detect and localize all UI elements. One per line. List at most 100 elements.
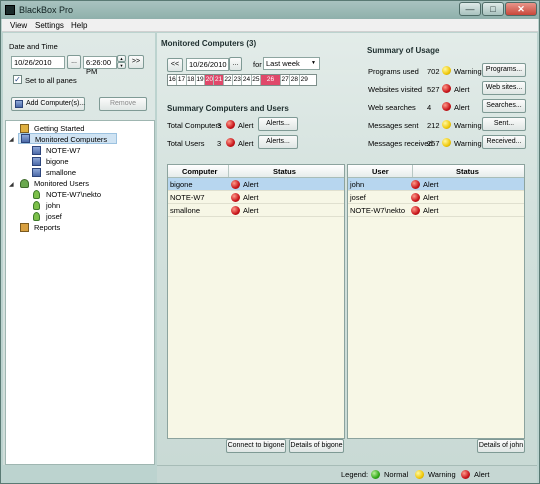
alert-icon	[442, 102, 451, 111]
computers-alerts-button[interactable]: Alerts...	[258, 117, 298, 131]
calendar-day[interactable]: 25	[252, 75, 261, 85]
calendar-day-selected[interactable]: 26	[260, 75, 281, 85]
time-spin-down-button[interactable]: ▼	[117, 62, 126, 69]
users-alerts-button[interactable]: Alerts...	[258, 135, 298, 149]
left-panel: Date and Time 10/26/2010 ... 6:26:00 PM …	[3, 33, 155, 465]
tree-item-monitored-computers[interactable]: Monitored Computers	[18, 133, 117, 144]
calendar-day[interactable]: 23	[233, 75, 243, 85]
calendar-day[interactable]: 20	[205, 75, 215, 85]
calendar-day[interactable]: 24	[242, 75, 252, 85]
messages-received-status: Warning	[454, 139, 482, 148]
messages-received-value: 257	[427, 139, 440, 148]
table-row[interactable]: john Alert	[348, 178, 524, 191]
tree-label: josef	[46, 212, 62, 221]
date-input[interactable]: 10/26/2010	[11, 56, 65, 69]
user-icon	[33, 212, 40, 221]
alert-icon	[442, 84, 451, 93]
remove-button[interactable]: Remove	[99, 97, 147, 111]
received-button[interactable]: Received...	[482, 135, 526, 149]
minimize-button[interactable]: —	[459, 2, 481, 16]
collapse-icon[interactable]: ◢	[9, 181, 14, 188]
column-header-user[interactable]: User	[372, 167, 389, 176]
programs-used-label: Programs used	[368, 67, 419, 76]
sent-button[interactable]: Sent...	[482, 117, 526, 131]
summary-usage-title: Summary of Usage	[367, 46, 440, 55]
calendar-day[interactable]: 21	[214, 75, 224, 85]
menu-view[interactable]: View	[10, 21, 27, 30]
for-label: for	[253, 60, 262, 69]
computers-grid: Computer Status bigone Alert NOTE-W7 Ale…	[167, 164, 345, 439]
tree-item-reports[interactable]: Reports	[20, 222, 60, 233]
add-computers-button[interactable]: Add Computer(s)...	[11, 97, 85, 111]
messages-sent-value: 212	[427, 121, 440, 130]
computer-icon	[32, 157, 41, 166]
tree-label: NOTE-W7	[46, 146, 81, 155]
calendar-day[interactable]: 19	[196, 75, 206, 85]
column-separator[interactable]	[228, 165, 229, 177]
column-separator[interactable]	[412, 165, 413, 177]
calendar-day[interactable]: 27	[281, 75, 291, 85]
table-row[interactable]: NOTE-W7\nekto Alert	[348, 204, 524, 217]
column-header-status[interactable]: Status	[273, 167, 296, 176]
calendar-day[interactable]: 22	[224, 75, 234, 85]
user-cell: josef	[350, 193, 366, 202]
calendar-day[interactable]: 18	[187, 75, 196, 85]
tree-label: Reports	[34, 223, 61, 232]
details-computer-button[interactable]: Details of bigone	[289, 439, 344, 453]
tree-item-user[interactable]: NOTE-W7\nekto	[32, 189, 101, 200]
tree-item-computer[interactable]: smallone	[32, 167, 76, 178]
user-icon	[33, 190, 40, 199]
connect-button[interactable]: Connect to bigone	[226, 439, 286, 453]
total-users-label: Total Users	[167, 139, 205, 148]
table-row[interactable]: NOTE-W7 Alert	[168, 191, 344, 204]
status-cell: Alert	[243, 206, 259, 215]
tree-label: smallone	[46, 168, 77, 177]
main-panel: Monitored Computers (3) << 10/26/2010 ..…	[157, 33, 537, 465]
computer-icon	[32, 146, 41, 155]
searches-button[interactable]: Searches...	[482, 99, 526, 113]
calendar-day[interactable]: 28	[290, 75, 300, 85]
status-bar: Legend: Normal Warning Alert	[157, 465, 537, 483]
table-row[interactable]: smallone Alert	[168, 204, 344, 217]
tree-item-user[interactable]: josef	[32, 211, 62, 222]
websites-button[interactable]: Web sites...	[482, 81, 526, 95]
time-input[interactable]: 6:26:00 PM	[83, 56, 117, 76]
column-header-computer[interactable]: Computer	[182, 167, 217, 176]
calendar-day[interactable]: 29	[300, 75, 309, 85]
back-button[interactable]: <<	[167, 58, 183, 72]
week-calendar[interactable]: 16 17 18 19 20 21 22 23 24 25 26 27 28 2…	[167, 74, 317, 86]
column-header-status[interactable]: Status	[456, 167, 479, 176]
menu-help[interactable]: Help	[71, 21, 87, 30]
tree-item-computer[interactable]: bigone	[32, 156, 69, 167]
web-searches-label: Web searches	[368, 103, 416, 112]
calendar-day[interactable]: 17	[177, 75, 187, 85]
collapse-icon[interactable]: ◢	[9, 136, 14, 143]
warning-icon	[442, 138, 451, 147]
tree-item-monitored-users[interactable]: Monitored Users	[20, 178, 89, 189]
tree-item-user[interactable]: john	[32, 200, 60, 211]
main-date-picker-button[interactable]: ...	[229, 57, 242, 71]
app-window: BlackBox Pro — □ ✕ View Settings Help Da…	[0, 0, 540, 484]
menu-settings[interactable]: Settings	[35, 21, 64, 30]
apply-forward-button[interactable]: >>	[128, 55, 144, 69]
table-row[interactable]: bigone Alert	[168, 178, 344, 191]
time-spin-up-button[interactable]: ▲	[117, 55, 126, 62]
alert-icon	[226, 120, 235, 129]
period-select[interactable]: Last week ▼	[263, 57, 320, 70]
maximize-button[interactable]: □	[482, 2, 504, 16]
tree-item-computer[interactable]: NOTE-W7	[32, 145, 81, 156]
programs-button[interactable]: Programs...	[482, 63, 526, 77]
date-picker-button[interactable]: ...	[67, 55, 81, 69]
calendar-day[interactable]: 16	[168, 75, 178, 85]
title-bar[interactable]: BlackBox Pro — □ ✕	[1, 1, 539, 19]
close-button[interactable]: ✕	[505, 2, 537, 16]
table-row[interactable]: josef Alert	[348, 191, 524, 204]
tree-label: NOTE-W7\nekto	[46, 190, 102, 199]
set-all-panes-checkbox[interactable]: ✓	[13, 75, 22, 84]
getting-started-icon	[20, 124, 29, 133]
warning-icon	[442, 120, 451, 129]
programs-used-status: Warning	[454, 67, 482, 76]
details-user-button[interactable]: Details of john	[477, 439, 525, 453]
user-cell: NOTE-W7\nekto	[350, 206, 406, 215]
main-date-input[interactable]: 10/26/2010	[186, 58, 229, 71]
